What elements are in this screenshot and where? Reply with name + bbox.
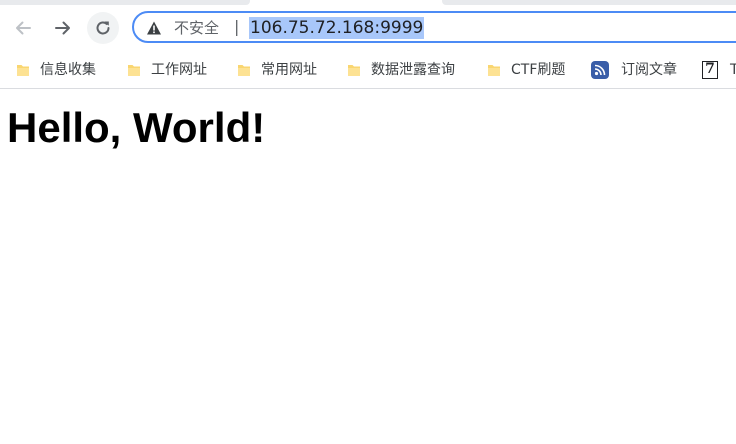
browser-toolbar: 不安全 | 106.75.72.168:9999 [0, 6, 736, 50]
address-bar[interactable]: 不安全 | 106.75.72.168:9999 [132, 11, 736, 43]
seven-icon: 7 [702, 61, 718, 79]
arrow-right-icon [54, 19, 72, 37]
reload-button[interactable] [87, 12, 119, 44]
security-status-label[interactable]: 不安全 [174, 19, 219, 37]
page-content: Hello, World! [0, 89, 736, 444]
tab-strip-right [442, 0, 736, 5]
url-text[interactable]: 106.75.72.168:9999 [249, 17, 425, 39]
bookmark-label: 常用网址 [261, 62, 317, 78]
bookmark-label: 工作网址 [151, 62, 207, 78]
bookmark-folder-ctf[interactable]: CTF刷题 [487, 60, 565, 80]
bookmark-truncated[interactable]: 7 T [702, 60, 736, 80]
bookmark-label: 订阅文章 [621, 62, 677, 78]
folder-icon [16, 63, 30, 77]
arrow-left-icon [14, 19, 32, 37]
folder-icon [487, 63, 501, 77]
folder-icon [347, 63, 361, 77]
folder-icon [237, 63, 251, 77]
bookmark-folder-work-sites[interactable]: 工作网址 [127, 60, 207, 80]
bookmarks-bar: 信息收集 工作网址 常用网址 数据泄露查询 CTF刷题 订阅文章 7 T [0, 52, 736, 89]
bookmark-folder-data-leak-lookup[interactable]: 数据泄露查询 [347, 60, 455, 80]
folder-icon [127, 63, 141, 77]
rss-icon [591, 61, 609, 79]
forward-button[interactable] [47, 12, 79, 44]
bookmark-label: 数据泄露查询 [371, 62, 455, 78]
page-heading: Hello, World! [7, 104, 266, 151]
bookmark-folder-common-sites[interactable]: 常用网址 [237, 60, 317, 80]
tab-strip-left [0, 0, 250, 5]
bookmark-label: 信息收集 [40, 62, 96, 78]
omnibox-separator: | [234, 17, 240, 36]
bookmark-subscribed-articles[interactable]: 订阅文章 [591, 60, 677, 80]
back-button[interactable] [7, 12, 39, 44]
bookmark-label: T [730, 62, 736, 78]
reload-icon [94, 19, 112, 37]
bookmark-folder-info-gathering[interactable]: 信息收集 [16, 60, 96, 80]
bookmark-label: CTF刷题 [511, 62, 566, 78]
warning-triangle-icon[interactable] [146, 20, 162, 36]
